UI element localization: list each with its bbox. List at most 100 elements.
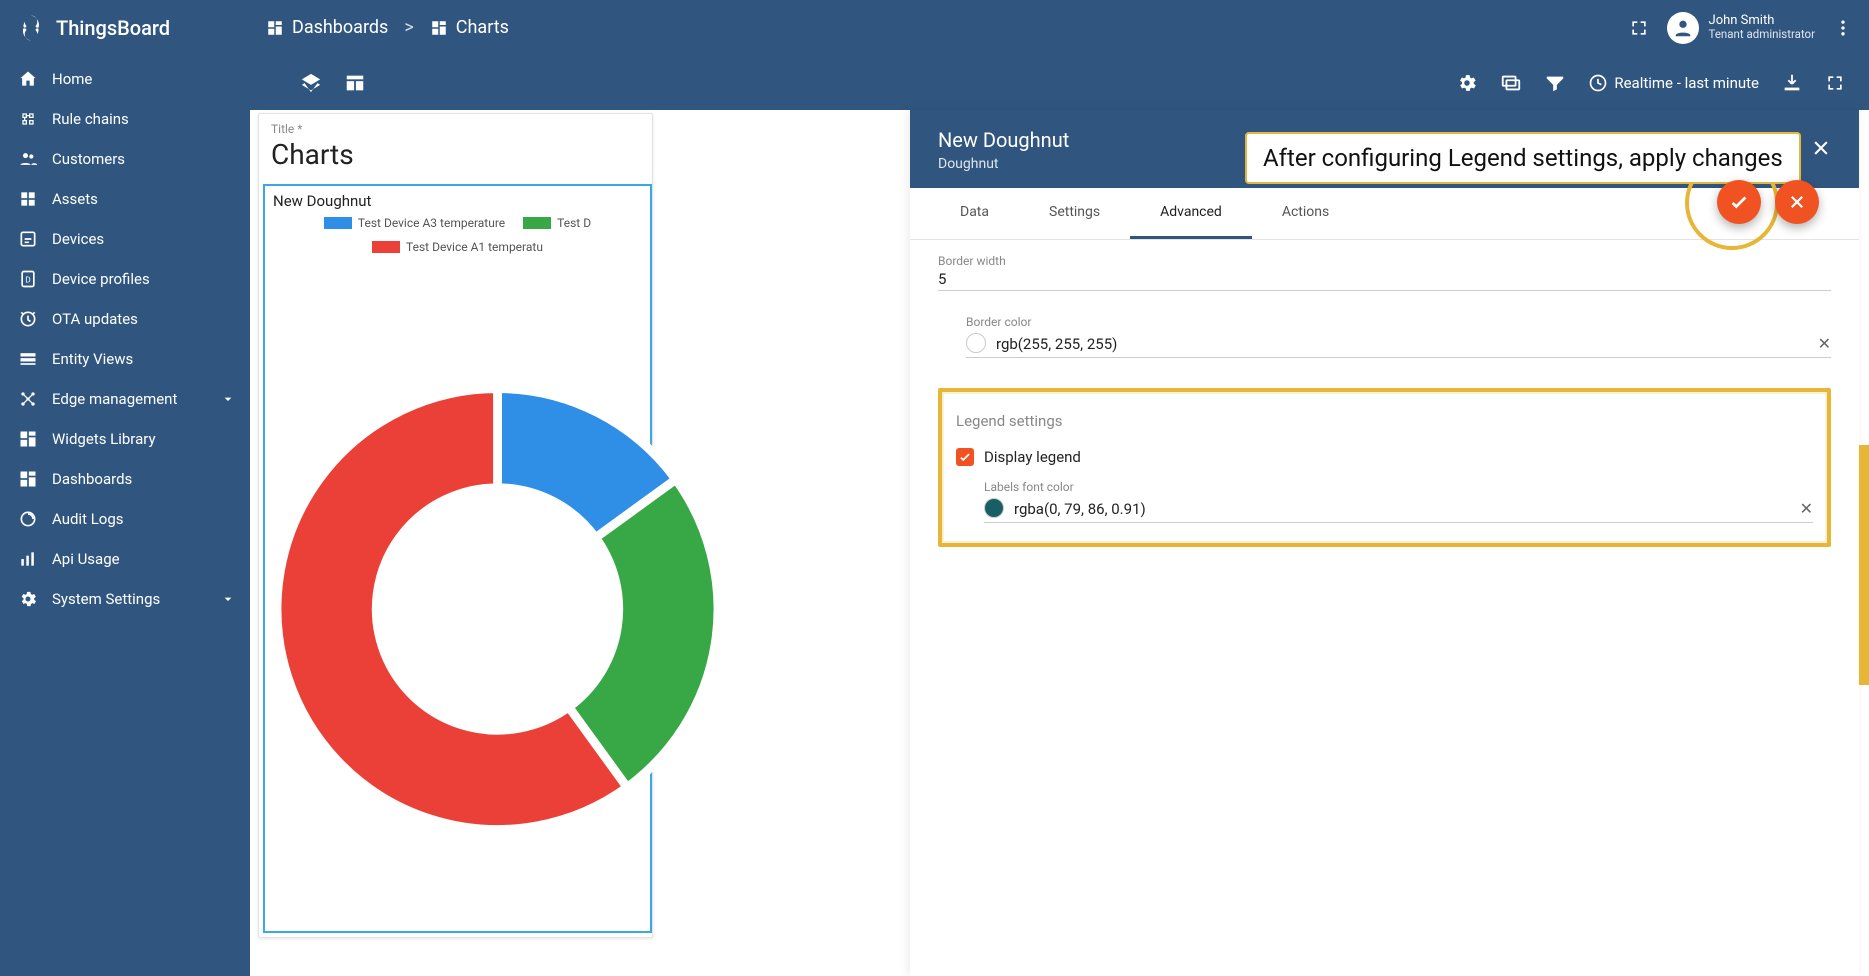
sidebar-item-customers[interactable]: Customers [0, 139, 250, 179]
sidebar-item-label: Rule chains [52, 110, 129, 128]
sidebar-item-label: Widgets Library [52, 430, 156, 448]
tab-advanced[interactable]: Advanced [1130, 188, 1252, 239]
time-window-label: Realtime - last minute [1614, 74, 1759, 92]
widget-settings-panel: New Doughnut Doughnut ? After configurin… [910, 110, 1859, 976]
rule-icon [18, 109, 38, 129]
sidebar-item-label: Edge management [52, 390, 177, 408]
sidebar-item-label: Customers [52, 150, 125, 168]
sidebar-item-device-profiles[interactable]: D Device profiles [0, 259, 250, 299]
sidebar-item-api-usage[interactable]: Api Usage [0, 539, 250, 579]
assets-icon [18, 189, 38, 209]
widget-title: New Doughnut [273, 192, 642, 210]
display-legend-label: Display legend [984, 448, 1081, 466]
ota-icon [18, 309, 38, 329]
sidebar-item-label: Home [52, 70, 92, 88]
sidebar-item-label: Audit Logs [52, 510, 124, 528]
sidebar-item-label: Api Usage [52, 550, 120, 568]
sidebar-item-ota-updates[interactable]: OTA updates [0, 299, 250, 339]
tab-settings[interactable]: Settings [1019, 188, 1130, 239]
sidebar-item-audit-logs[interactable]: Audit Logs [0, 499, 250, 539]
border-color-label: Border color [966, 315, 1831, 329]
border-width-label: Border width [938, 254, 1831, 268]
tab-data[interactable]: Data [930, 188, 1019, 239]
user-name: John Smith [1709, 13, 1815, 29]
layouts-icon[interactable] [344, 72, 366, 94]
labels-font-color-input[interactable]: rgba(0, 79, 86, 0.91) [1014, 500, 1146, 518]
border-color-input[interactable]: rgb(255, 255, 255) [996, 335, 1117, 353]
profiles-icon: D [18, 269, 38, 289]
filter-icon[interactable] [1544, 72, 1566, 94]
chevron-down-icon [220, 591, 236, 607]
svg-text:D: D [25, 275, 30, 285]
sidebar-item-label: Dashboards [52, 470, 132, 488]
export-icon[interactable] [1781, 72, 1803, 94]
legend-item: Test D [523, 216, 591, 230]
sidebar-item-label: OTA updates [52, 310, 138, 328]
dashboard-title[interactable]: Charts [271, 138, 354, 171]
close-icon[interactable] [1811, 138, 1831, 158]
sidebar-item-dashboards[interactable]: Dashboards [0, 459, 250, 499]
clear-labels-color-icon[interactable]: ✕ [1800, 499, 1813, 518]
breadcrumb-charts[interactable]: Charts [430, 17, 509, 38]
side-highlight-bar [1859, 445, 1869, 685]
layers-icon[interactable] [300, 72, 322, 94]
sidebar-item-edge-management[interactable]: Edge management [0, 379, 250, 419]
user-menu[interactable]: John Smith Tenant administrator [1667, 12, 1815, 44]
clear-border-color-icon[interactable]: ✕ [1818, 334, 1831, 353]
sidebar-item-label: System Settings [52, 590, 160, 608]
more-vert-icon[interactable] [1833, 18, 1853, 38]
dashboard-title-label: Title * [271, 122, 302, 136]
sidebar-item-widgets-library[interactable]: Widgets Library [0, 419, 250, 459]
dash-icon [18, 469, 38, 489]
home-icon [18, 69, 38, 89]
dashboard-toolbar: Realtime - last minute [250, 55, 1869, 110]
widgets-icon [18, 429, 38, 449]
callout-annotation: After configuring Legend settings, apply… [1245, 132, 1801, 184]
aliases-icon[interactable] [1500, 72, 1522, 94]
brand-logo-icon [16, 13, 46, 43]
fullscreen-icon[interactable] [1629, 18, 1649, 38]
dashboard-settings-icon[interactable] [1456, 72, 1478, 94]
sidebar-item-label: Device profiles [52, 270, 150, 288]
sidebar-item-rule-chains[interactable]: Rule chains [0, 99, 250, 139]
breadcrumb-dashboards[interactable]: Dashboards [266, 17, 388, 38]
widget-card: Title * Charts New Doughnut Test Device … [258, 113, 653, 938]
breadcrumb-a-label: Dashboards [292, 17, 388, 38]
sidebar-item-label: Devices [52, 230, 104, 248]
border-color-swatch[interactable] [966, 333, 986, 353]
border-width-input[interactable]: 5 [938, 270, 1831, 288]
sidebar-item-label: Assets [52, 190, 98, 208]
entity-icon [18, 349, 38, 369]
legend-item: Test Device A3 temperature [324, 216, 505, 230]
sidebar-item-devices[interactable]: Devices [0, 219, 250, 259]
labels-font-color-label: Labels font color [984, 480, 1813, 494]
sidebar-item-system-settings[interactable]: System Settings [0, 579, 250, 619]
breadcrumb-sep: > [404, 17, 413, 38]
sidebar-item-assets[interactable]: Assets [0, 179, 250, 219]
chevron-down-icon [220, 391, 236, 407]
user-avatar-icon [1667, 12, 1699, 44]
brand-name: ThingsBoard [56, 16, 170, 40]
sidebar-item-entity-views[interactable]: Entity Views [0, 339, 250, 379]
time-window[interactable]: Realtime - last minute [1588, 73, 1759, 93]
sidebar: Home Rule chains Customers Assets Devices D De… [0, 55, 250, 976]
sidebar-item-home[interactable]: Home [0, 59, 250, 99]
tab-actions[interactable]: Actions [1252, 188, 1359, 239]
breadcrumb: Dashboards > Charts [266, 17, 509, 38]
fullscreen-dashboard-icon[interactable] [1825, 73, 1845, 93]
cancel-button[interactable] [1775, 180, 1819, 224]
chart-legend: Test Device A3 temperature Test D Test Dev… [273, 216, 642, 254]
labels-font-color-swatch[interactable] [984, 498, 1004, 518]
customers-icon [18, 149, 38, 169]
display-legend-checkbox[interactable] [956, 448, 974, 466]
legend-settings-title: Legend settings [956, 412, 1813, 430]
doughnut-chart [255, 296, 740, 921]
legend-item: Test Device A1 temperatu [372, 240, 543, 254]
legend-settings-group: Legend settings Display legend Labels fo… [938, 388, 1831, 547]
api-icon [18, 549, 38, 569]
apply-button[interactable] [1717, 180, 1761, 224]
settings-icon [18, 589, 38, 609]
sidebar-item-label: Entity Views [52, 350, 133, 368]
edge-icon [18, 389, 38, 409]
devices-icon [18, 229, 38, 249]
